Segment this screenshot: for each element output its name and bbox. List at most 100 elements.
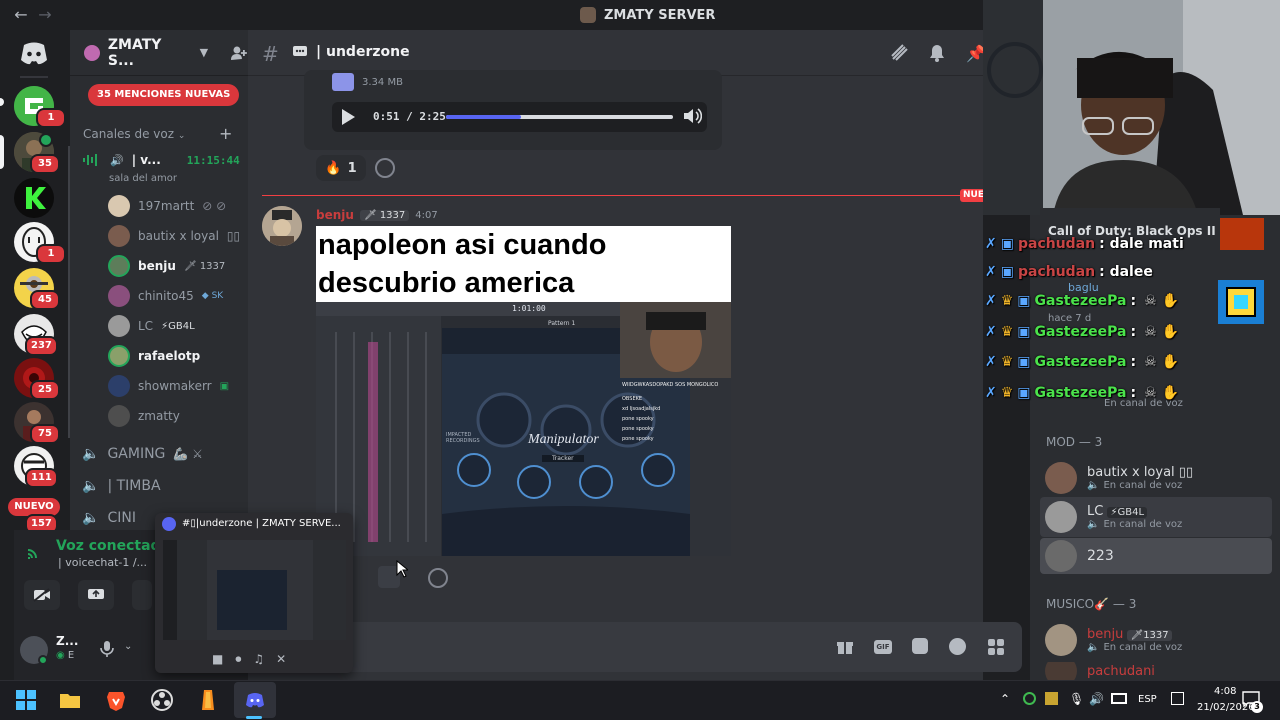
audio-file-icon [332, 73, 354, 91]
new-mentions-banner[interactable]: 35 MENCIONES NUEVAS [88, 84, 240, 106]
discord-taskbar-icon[interactable] [243, 688, 267, 712]
message-author[interactable]: benju [316, 208, 354, 222]
voice-tree-line [68, 146, 70, 438]
forward-button[interactable]: → [36, 6, 54, 24]
threads-icon[interactable] [890, 44, 910, 62]
camera-icon[interactable]: ■ [212, 652, 223, 667]
chat-user: pachudan [1017, 264, 1096, 280]
message-composer[interactable] [262, 622, 1022, 672]
screen-share-button[interactable] [78, 580, 114, 610]
camera-off-button[interactable] [24, 580, 60, 610]
plugin-title: Manipulator [528, 432, 599, 447]
voice-user[interactable]: chinito45 ◆ SK [108, 284, 223, 308]
daw-pattern: Pattern 1 [548, 320, 576, 327]
sword-icon: ✗ [985, 264, 997, 280]
stream-chat-line: ✗ ▣ pachudan : dalee [985, 260, 1153, 284]
avatar[interactable] [262, 206, 302, 246]
reaction-count: 1 [347, 160, 357, 176]
playback-progress [446, 115, 521, 119]
voice-user-speaking[interactable]: benju 🗡 1337 [108, 254, 225, 278]
network-icon[interactable] [1111, 693, 1127, 704]
member-row[interactable]: LC ⚡GB4L 🔈 En canal de voz [1045, 497, 1182, 537]
overlay-lines: OBSEKE xd ljsoadjalsjkd pone spooky pone… [622, 394, 660, 444]
skull-emote-icon: ☠ ✋ [1144, 385, 1179, 401]
fl-studio-icon[interactable] [196, 688, 220, 712]
tray-app-icon[interactable] [1171, 692, 1184, 705]
member-row[interactable]: bautix x loyal ▯▯ 🔈 En canal de voz [1045, 458, 1193, 498]
microphone-tray-icon[interactable]: 🎙 [1069, 692, 1084, 706]
member-row[interactable]: pachudani [1045, 662, 1155, 680]
gif-icon[interactable]: GIF [874, 640, 892, 654]
voice-status[interactable]: Voz conectada [56, 538, 170, 554]
file-explorer-icon[interactable] [58, 688, 82, 712]
voice-category[interactable]: Canales de voz ⌄ [83, 127, 185, 141]
tray-app-icon[interactable] [1023, 692, 1036, 705]
apps-icon[interactable] [987, 638, 1005, 656]
add-user-icon[interactable] [230, 44, 248, 62]
headphones-icon[interactable]: ♫ [253, 652, 264, 667]
add-reaction-icon[interactable] [428, 568, 448, 588]
playback-track[interactable] [446, 115, 673, 119]
voice-user[interactable]: 197martt ⊘ ⊘ [108, 194, 226, 218]
active-voice-channel[interactable]: 🔊 | v... 11:15:44 [82, 146, 240, 174]
back-button[interactable]: ← [12, 6, 30, 24]
voice-user-tag: ▯▯ [226, 229, 241, 243]
voice-user[interactable]: LC ⚡GB4L [108, 314, 195, 338]
language-indicator[interactable]: ESP [1138, 694, 1157, 705]
play-button[interactable] [340, 108, 356, 126]
voice-user-name: benju [138, 259, 176, 273]
clock-time[interactable]: 4:08 [1214, 686, 1236, 697]
volume-tray-icon[interactable]: 🔊 [1089, 692, 1104, 706]
member-row[interactable]: benju 🗡1337 🔈 En canal de voz [1045, 620, 1182, 660]
volume-icon[interactable] [682, 107, 702, 125]
chat-user: pachudan [1017, 236, 1096, 252]
avatar [1045, 662, 1077, 680]
bell-icon[interactable] [929, 44, 945, 62]
rail-divider [20, 76, 48, 78]
member-name: 223 [1087, 548, 1114, 564]
voice-user[interactable]: showmakerr ▣ [108, 374, 229, 398]
voice-user[interactable]: bautix x loyal ▯▯ [108, 224, 240, 248]
crown-icon: ♛ [1000, 324, 1014, 340]
activities-button[interactable] [132, 580, 152, 610]
mouse-cursor-icon [396, 560, 408, 578]
emoji-icon[interactable] [949, 638, 966, 655]
add-reaction-icon[interactable] [375, 158, 395, 178]
obs-icon[interactable] [150, 688, 174, 712]
voice-user-speaking[interactable]: rafaelotp [108, 344, 200, 368]
disconnect-icon[interactable]: ✕ [276, 652, 286, 667]
sticker-icon[interactable] [912, 638, 928, 654]
voice-channel-gaming[interactable]: 🔈 GAMING 🦾 ⚔ [82, 441, 203, 467]
brave-browser-icon[interactable] [104, 688, 128, 712]
mention-badge: 25 [30, 380, 60, 400]
mention-badge: 45 [30, 290, 60, 310]
member-row[interactable]: 223 [1045, 536, 1114, 576]
add-channel-icon[interactable]: + [219, 124, 232, 143]
gift-icon[interactable] [836, 638, 854, 656]
stream-chat-line: ✗ ♛ ▣ GastezeePa : ☠ ✋ [985, 289, 1179, 313]
voice-channel-cini[interactable]: 🔈 CINI [82, 505, 136, 531]
windows-start-icon[interactable] [14, 688, 38, 712]
webcam-overlay [983, 0, 1280, 215]
chevron-down-icon[interactable]: ⌄ [124, 641, 132, 652]
meme-image[interactable]: napoleon asi cuando descubrio america Ma… [316, 226, 731, 556]
server-icon-k[interactable] [14, 178, 54, 218]
chevron-up-icon[interactable]: ⌃ [1000, 692, 1010, 706]
reaction-fire[interactable]: 🔥 1 [316, 155, 366, 181]
voice-channel-timba[interactable]: 🔈 | TIMBA [82, 473, 161, 499]
sword-icon: ✗ [985, 236, 997, 252]
member-activity: 🔈 En canal de voz [1087, 519, 1182, 530]
server-icon [580, 7, 596, 23]
voice-channel-link[interactable]: | voicechat-1 /... [58, 556, 147, 569]
member-name: bautix x loyal ▯▯ [1087, 465, 1194, 480]
voice-user[interactable]: zmatty [108, 404, 180, 428]
discord-home-icon[interactable] [14, 36, 54, 70]
skull-emote-icon: ☠ ✋ [1144, 354, 1179, 370]
member-activity-text: En canal de voz [1103, 642, 1183, 653]
voice-category-label: Canales de voz [83, 127, 175, 141]
microphone-button[interactable] [100, 640, 114, 658]
avatar [1045, 501, 1077, 533]
microphone-icon[interactable]: ⏺ [235, 652, 241, 667]
tray-app-icon[interactable] [1045, 692, 1058, 705]
guild-header[interactable]: ZMATY S... ▼ [70, 30, 248, 76]
